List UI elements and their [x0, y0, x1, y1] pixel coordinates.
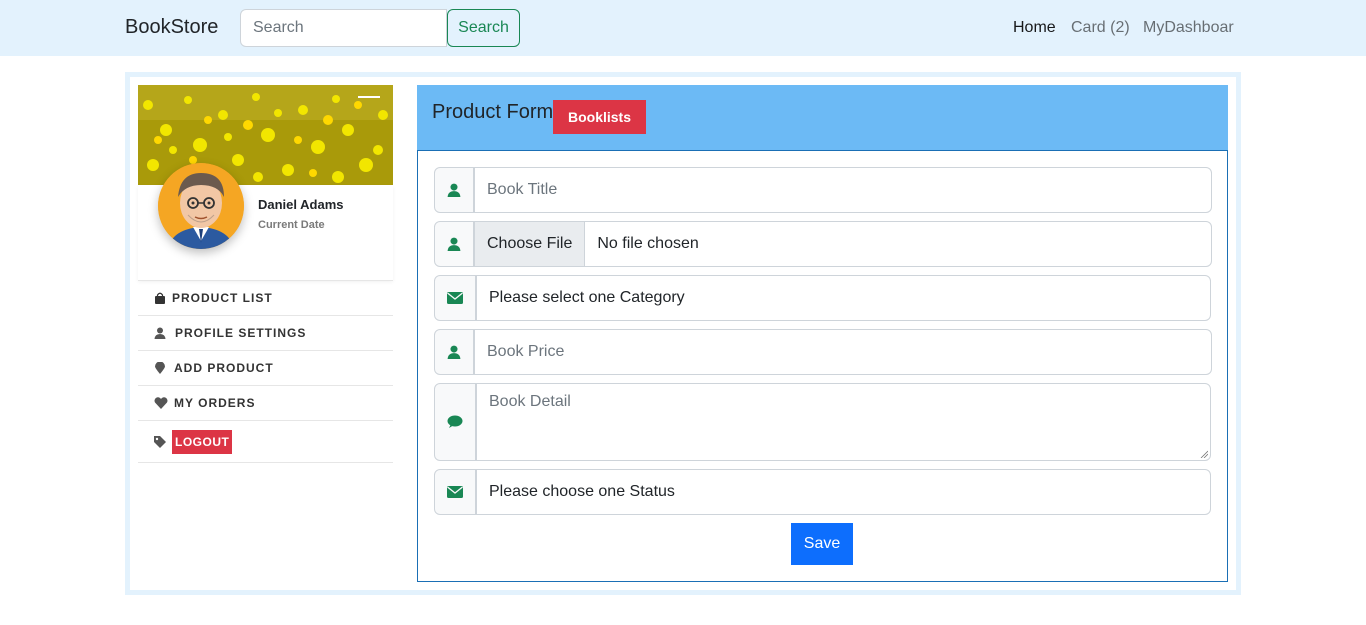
nav-link-card[interactable]: Card (2) — [1071, 19, 1130, 37]
sidebar-item-label: ADD PRODUCT — [174, 361, 274, 375]
heart-icon — [154, 397, 168, 409]
page-title: Product Form — [432, 101, 554, 123]
sidebar-item-label: PRODUCT LIST — [172, 291, 273, 305]
brand-logo[interactable]: BookStore — [125, 16, 218, 39]
search-button[interactable]: Search — [447, 9, 520, 47]
sidebar-item-product-list[interactable]: PRODUCT LIST — [138, 280, 393, 315]
sidebar-item-add-product[interactable]: ADD PRODUCT — [138, 350, 393, 385]
category-select[interactable]: Please select one Category — [476, 275, 1211, 321]
book-detail-placeholder: Book Detail — [489, 393, 571, 410]
envelope-icon — [434, 469, 476, 515]
file-status: No file chosen — [597, 235, 699, 252]
file-input[interactable]: Choose File No file chosen — [474, 221, 1212, 267]
shopping-bag-icon — [154, 292, 166, 304]
logout-button[interactable]: LOGOUT — [172, 429, 233, 454]
user-icon — [434, 221, 474, 267]
choose-file-button[interactable]: Choose File — [475, 222, 586, 266]
user-icon — [434, 329, 474, 375]
navbar: BookStore Search Home Card (2) MyDashboa… — [0, 0, 1366, 56]
nav-link-dashboard[interactable]: MyDashboar — [1143, 19, 1234, 37]
search-input[interactable] — [240, 9, 447, 47]
tag-icon — [154, 435, 166, 448]
sidebar-item-logout[interactable]: LOGOUT — [138, 420, 393, 463]
save-button[interactable]: Save — [791, 523, 853, 565]
status-select[interactable]: Please choose one Status — [476, 469, 1211, 515]
book-title-input[interactable]: Book Title — [474, 167, 1212, 213]
sidebar-item-profile-settings[interactable]: PROFILE SETTINGS — [138, 315, 393, 350]
nav-link-home[interactable]: Home — [1013, 19, 1056, 37]
book-detail-textarea[interactable]: Book Detail — [476, 383, 1211, 461]
sidebar-item-my-orders[interactable]: MY ORDERS — [138, 385, 393, 420]
comment-icon — [434, 383, 476, 461]
book-price-input[interactable]: Book Price — [474, 329, 1212, 375]
user-name: Daniel Adams — [258, 197, 344, 212]
booklists-button[interactable]: Booklists — [553, 100, 646, 134]
envelope-icon — [434, 275, 476, 321]
sidebar-item-label: MY ORDERS — [174, 396, 256, 410]
map-pin-icon — [154, 362, 166, 374]
resize-handle-icon[interactable] — [1200, 450, 1208, 458]
sidebar-item-label: PROFILE SETTINGS — [175, 326, 307, 340]
user-icon — [434, 167, 474, 213]
current-date-label: Current Date — [258, 219, 325, 231]
sidebar-menu: PRODUCT LIST PROFILE SETTINGS ADD PRODUC… — [138, 280, 393, 463]
user-icon — [154, 327, 166, 339]
avatar — [158, 163, 244, 249]
